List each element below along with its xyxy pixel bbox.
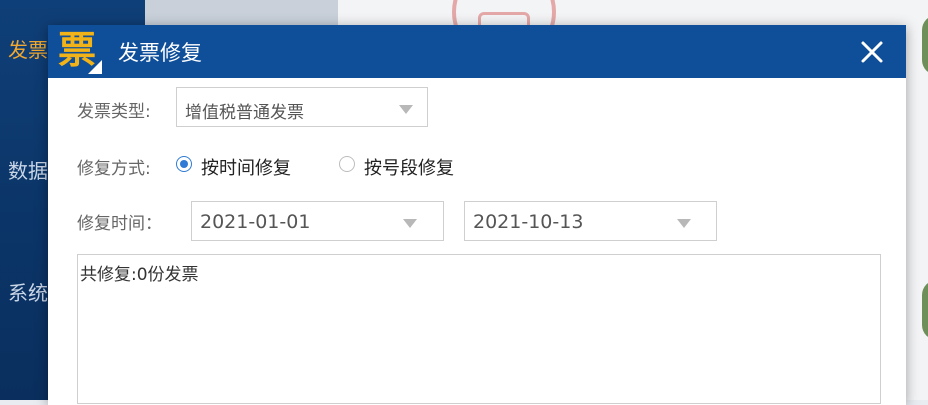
dialog-header: 票 发票修复: [48, 25, 906, 78]
radio-repair-by-time[interactable]: 按时间修复: [176, 154, 316, 179]
radio-unchecked-icon: [339, 156, 355, 172]
radio-checked-icon: [176, 156, 192, 172]
result-log-textarea[interactable]: 共修复:0份发票: [77, 254, 881, 404]
repair-mode-label: 修复方式:: [77, 159, 151, 179]
repair-time-label: 修复时间：: [77, 214, 162, 234]
invoice-type-value: 增值税普通发票: [185, 103, 304, 123]
sidebar-item-data[interactable]: 数据: [8, 155, 48, 184]
invoice-repair-dialog: 票 发票修复 发票类型: 增值税普通发票 修复方式: 按时间修复 按号段修复 修…: [48, 25, 906, 405]
sidebar-item-system[interactable]: 系统: [8, 277, 48, 306]
background-circle-icon: [922, 280, 928, 340]
end-date-value: 2021-10-13: [473, 211, 584, 233]
dialog-title: 发票修复: [118, 41, 202, 65]
radio-label: 按号段修复: [364, 158, 454, 179]
radio-repair-by-range[interactable]: 按号段修复: [339, 154, 479, 179]
end-date-select[interactable]: 2021-10-13: [464, 201, 717, 241]
background-circle-icon: [922, 15, 928, 75]
start-date-value: 2021-01-01: [200, 211, 311, 233]
chevron-down-icon: [403, 219, 417, 228]
close-button[interactable]: [854, 34, 890, 70]
invoice-logo-icon: 票: [58, 28, 102, 74]
start-date-select[interactable]: 2021-01-01: [191, 201, 444, 241]
invoice-type-label: 发票类型:: [77, 102, 151, 122]
result-summary: 共修复:0份发票: [80, 265, 199, 285]
invoice-type-select[interactable]: 增值税普通发票: [176, 87, 428, 127]
chevron-down-icon: [677, 219, 691, 228]
sidebar-item-invoice[interactable]: 发票: [8, 34, 48, 63]
close-icon: [861, 41, 883, 63]
chevron-down-icon: [399, 105, 413, 114]
radio-label: 按时间修复: [201, 158, 291, 179]
